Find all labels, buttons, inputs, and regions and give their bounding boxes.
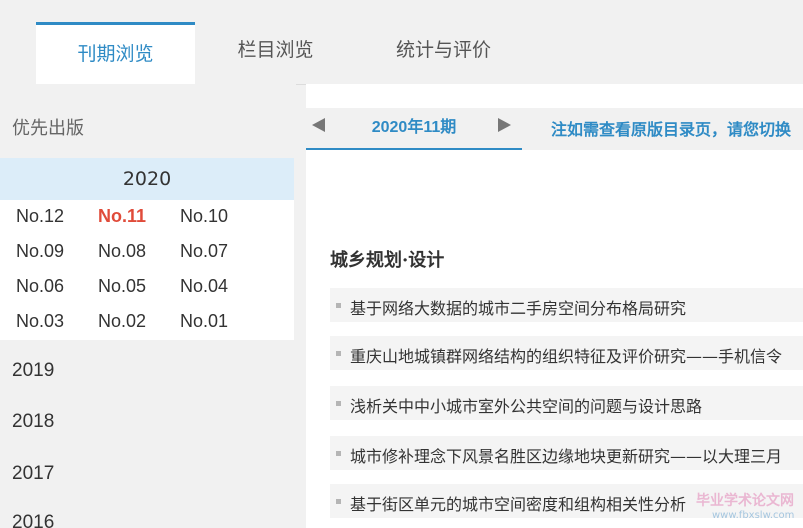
issue-no05[interactable]: No.05 — [98, 276, 146, 297]
issue-no11[interactable]: No.11 — [98, 206, 146, 227]
site-watermark: 毕业学术论文网 www.fbxslw.com — [690, 490, 802, 526]
prev-issue-arrow-icon[interactable] — [312, 118, 325, 132]
article-title[interactable]: 浅析关中中小城市室外公共空间的问题与设计思路 — [350, 393, 702, 417]
bullet-icon — [336, 451, 341, 456]
issue-no03[interactable]: No.03 — [16, 311, 64, 332]
tab-issue-browse[interactable]: 刊期浏览 — [36, 22, 195, 85]
bullet-icon — [336, 303, 341, 308]
bullet-icon — [336, 351, 341, 356]
year-2017[interactable]: 2017 — [12, 463, 54, 485]
tab-bar: 刊期浏览 栏目浏览 统计与评价 — [0, 0, 803, 85]
year-2019[interactable]: 2019 — [12, 360, 54, 382]
issue-no12[interactable]: No.12 — [16, 206, 64, 227]
issue-no08[interactable]: No.08 — [98, 241, 146, 262]
tab-column-browse[interactable]: 栏目浏览 — [196, 22, 355, 84]
issue-no07[interactable]: No.07 — [180, 241, 228, 262]
year-2018[interactable]: 2018 — [12, 411, 54, 433]
page-root: 刊期浏览 栏目浏览 统计与评价 优先出版 2020 No.12 No.11 No… — [0, 0, 803, 528]
article-item[interactable]: 浅析关中中小城市室外公共空间的问题与设计思路 — [330, 386, 803, 420]
article-title[interactable]: 基于街区单元的城市空间密度和组构相关性分析 — [350, 491, 686, 515]
bullet-icon — [336, 401, 341, 406]
bullet-icon — [336, 499, 341, 504]
year-2016[interactable]: 2016 — [12, 512, 54, 528]
article-title[interactable]: 重庆山地城镇群网络结构的组织特征及评价研究——手机信令 — [350, 343, 782, 367]
issue-no10[interactable]: No.10 — [180, 206, 228, 227]
current-issue-label[interactable]: 2020年11期 — [306, 108, 522, 150]
issue-navigation: 2020年11期 注如需查看原版目录页，请您切换 — [306, 108, 803, 150]
issue-no02[interactable]: No.02 — [98, 311, 146, 332]
article-title[interactable]: 基于网络大数据的城市二手房空间分布格局研究 — [350, 295, 686, 319]
section-title: 城乡规划·设计 — [330, 250, 445, 271]
tab-statistics[interactable]: 统计与评价 — [356, 22, 531, 84]
article-item[interactable]: 基于网络大数据的城市二手房空间分布格局研究 — [330, 288, 803, 322]
article-title[interactable]: 城市修补理念下风景名胜区边缘地块更新研究——以大理三月 — [350, 443, 782, 467]
article-item[interactable]: 重庆山地城镇群网络结构的组织特征及评价研究——手机信令 — [330, 336, 803, 370]
issue-no04[interactable]: No.04 — [180, 276, 228, 297]
issue-no06[interactable]: No.06 — [16, 276, 64, 297]
issue-no01[interactable]: No.01 — [180, 311, 228, 332]
issue-no09[interactable]: No.09 — [16, 241, 64, 262]
next-issue-arrow-icon[interactable] — [498, 118, 511, 132]
main-content: 2020年11期 注如需查看原版目录页，请您切换 城乡规划·设计 基于网络大数据… — [306, 84, 803, 528]
watermark-url: www.fbxslw.com — [712, 510, 795, 521]
issue-grid: No.12 No.11 No.10 No.09 No.08 No.07 No.0… — [0, 200, 294, 340]
year-2020[interactable]: 2020 — [0, 158, 294, 200]
sidebar: 优先出版 2020 No.12 No.11 No.10 No.09 No.08 … — [0, 84, 296, 528]
toc-notice: 注如需查看原版目录页，请您切换 — [551, 120, 792, 139]
sidebar-title: 优先出版 — [12, 118, 84, 139]
watermark-title: 毕业学术论文网 — [696, 493, 794, 509]
article-item[interactable]: 城市修补理念下风景名胜区边缘地块更新研究——以大理三月 — [330, 436, 803, 470]
